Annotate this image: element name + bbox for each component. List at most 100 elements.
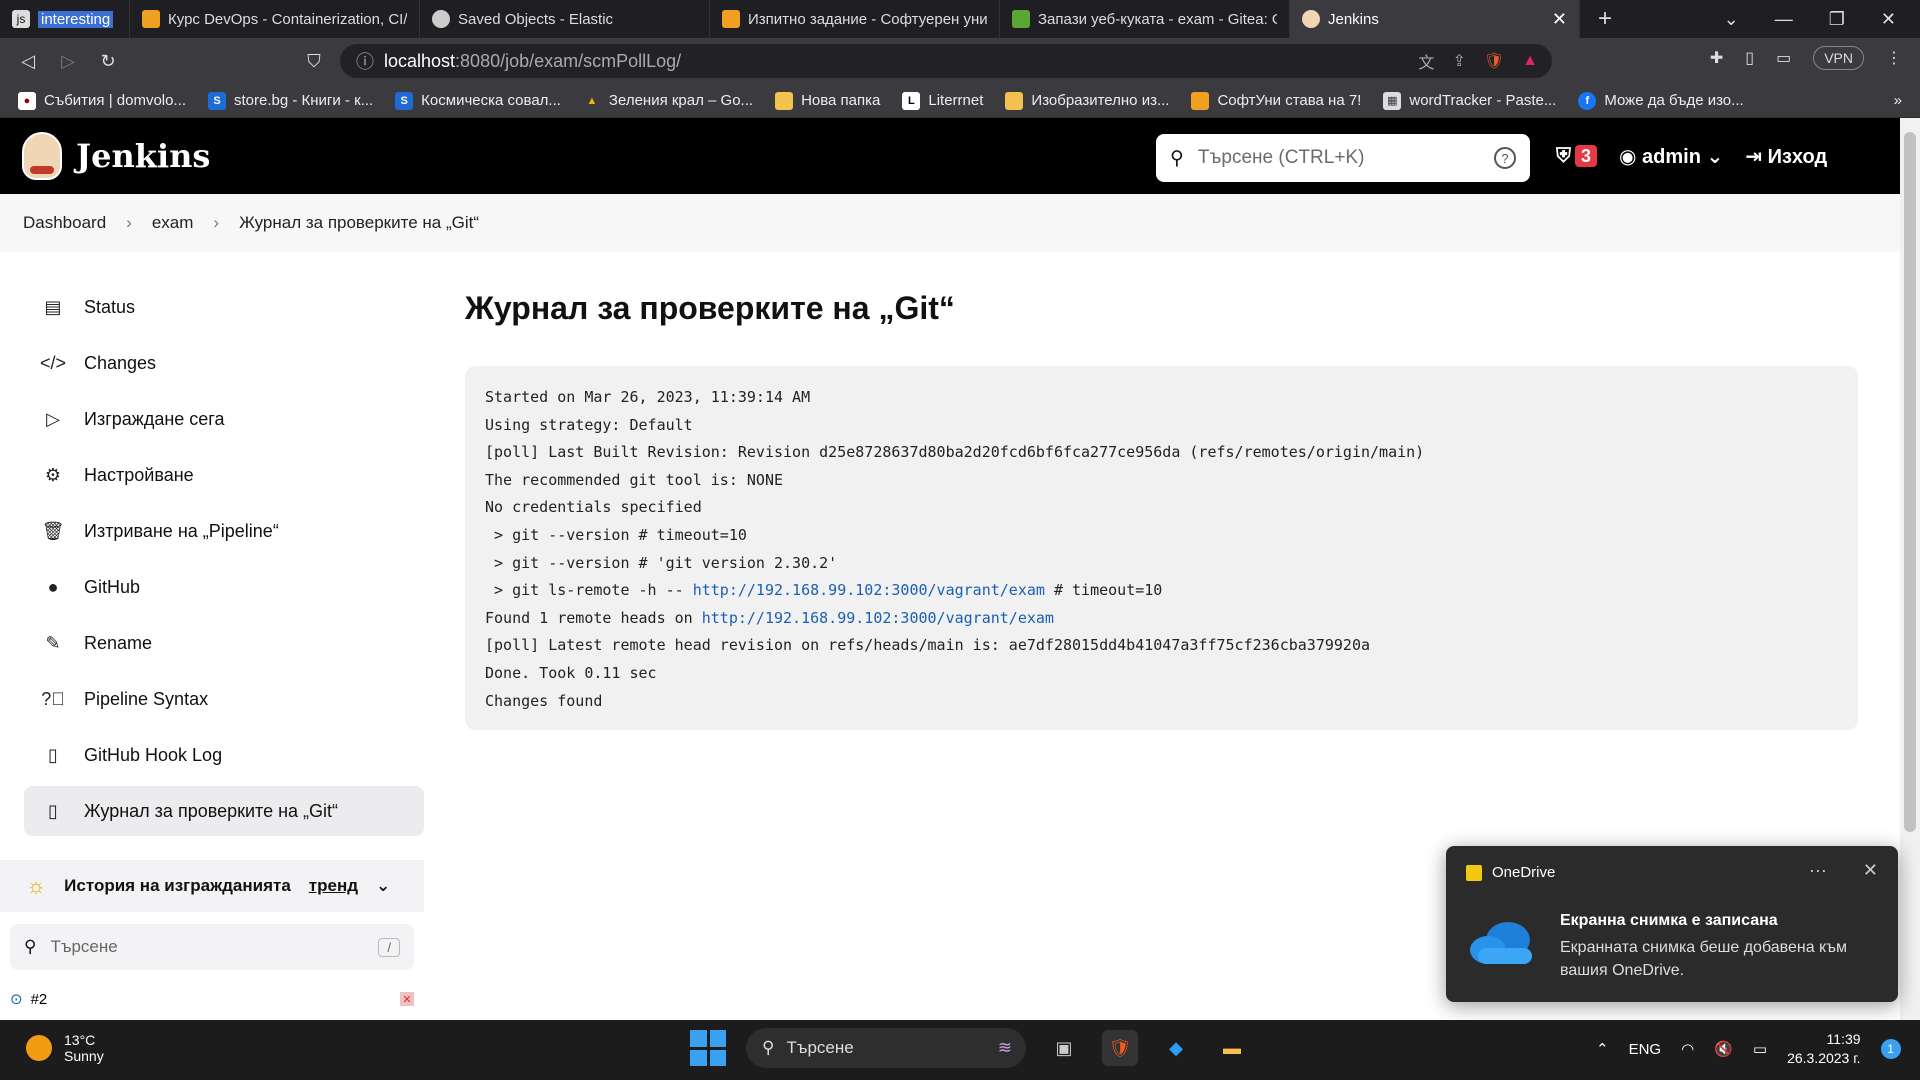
wifi-icon[interactable]: ◠	[1681, 1040, 1694, 1058]
restore-icon[interactable]: ❐	[1829, 9, 1845, 30]
reload-icon[interactable]: ↻	[88, 51, 128, 72]
brave-browser-icon[interactable]: 🛡	[1102, 1030, 1138, 1066]
jenkins-icon	[1302, 10, 1320, 28]
sidebar: ▤ Status </> Changes ▷ Изграждане сега ⚙ Нас…	[0, 252, 440, 1020]
bookmark-item[interactable]: f Може да бъде изо...	[1578, 91, 1744, 110]
brave-rewards-icon[interactable]: ▲	[1522, 52, 1538, 70]
scrollbar-thumb[interactable]	[1904, 132, 1916, 832]
vpn-button[interactable]: VPN	[1813, 46, 1864, 70]
clock[interactable]: 11:39 26.3.2023 г.	[1787, 1030, 1860, 1068]
chevron-up-icon[interactable]: ⌃	[1596, 1040, 1609, 1058]
bookmark-item[interactable]: Нова папка	[775, 91, 880, 110]
close-tab-icon[interactable]: ✕	[1552, 9, 1567, 30]
bookmark-item[interactable]: СофтУни става на 7!	[1191, 91, 1361, 110]
site-info-icon[interactable]: ⓘ	[356, 48, 374, 74]
user-menu[interactable]: ◉ admin ⌄	[1619, 144, 1723, 169]
search-box[interactable]: ⚲ Търсене (CTRL+K) ?	[1156, 134, 1530, 182]
tab-elastic[interactable]: Saved Objects - Elastic	[420, 0, 710, 38]
jenkins-logo-link[interactable]: Jenkins	[22, 132, 210, 180]
tab-interesting[interactable]: js interesting	[0, 0, 130, 38]
logout-link[interactable]: ⇥ Изход	[1745, 144, 1827, 169]
build-row[interactable]: ⊙ #2 ✕	[10, 982, 414, 1016]
bookmark-item[interactable]: ▦ wordTracker - Paste...	[1383, 91, 1556, 110]
notification-badge[interactable]: 1	[1880, 1039, 1901, 1059]
windows-start-icon[interactable]	[690, 1030, 726, 1066]
sidebar-item-delete[interactable]: 🗑 Изтриване на „Pipeline“	[24, 506, 424, 556]
bookmark-item[interactable]: ▲ Зеления крал – Go...	[583, 92, 753, 110]
softuni-icon	[142, 10, 160, 28]
sidebar-item-git-polling-log[interactable]: ▯ Журнал за проверките на „Git“	[24, 786, 424, 836]
in-progress-icon: ⊙	[10, 991, 23, 1008]
close-window-icon[interactable]: ✕	[1881, 9, 1896, 30]
log-line: Found 1 remote heads on http://192.168.9…	[485, 608, 1054, 627]
cancel-build-icon[interactable]: ✕	[400, 992, 414, 1006]
minimize-icon[interactable]: —	[1775, 9, 1793, 30]
battery-icon[interactable]: ▭	[1753, 1040, 1767, 1058]
menu-icon[interactable]: ⋮	[1886, 48, 1902, 68]
brave-shield-icon[interactable]: 🛡	[1484, 51, 1504, 71]
search-icon: ⚲	[24, 937, 37, 956]
bookmark-item[interactable]: Изобразително из...	[1005, 91, 1169, 110]
repo-link[interactable]: http://192.168.99.102:3000/vagrant/exam	[702, 609, 1054, 627]
share-icon[interactable]: ⇪	[1452, 51, 1465, 71]
play-icon: ▷	[46, 408, 60, 429]
address-bar[interactable]: ⓘ localhost:8080/job/exam/scmPollLog/ 文 …	[340, 44, 1552, 78]
breadcrumb-dashboard[interactable]: Dashboard	[23, 213, 106, 233]
sidebar-item-build-now[interactable]: ▷ Изграждане сега	[24, 394, 424, 444]
language-indicator[interactable]: ENG	[1629, 1041, 1662, 1058]
weather-widget[interactable]: 13°C Sunny	[26, 1032, 104, 1064]
softuni-icon	[722, 10, 740, 28]
sidebar-item-configure[interactable]: ⚙ Настройване	[24, 450, 424, 500]
close-icon[interactable]: ✕	[1863, 860, 1878, 881]
build-history-search[interactable]: ⚲ Търсене /	[10, 924, 414, 970]
trend-link[interactable]: тренд	[309, 876, 358, 896]
onedrive-notification[interactable]: OneDrive ··· ✕ Екранна снимка е записана…	[1446, 846, 1898, 1002]
tab-exam-task[interactable]: Изпитно задание - Софтуерен униве	[710, 0, 1000, 38]
task-view-icon[interactable]: ▣	[1046, 1030, 1082, 1066]
repo-link[interactable]: http://192.168.99.102:3000/vagrant/exam	[693, 581, 1045, 599]
build-search-input[interactable]: Търсене	[50, 937, 117, 957]
sidebar-item-pipeline-syntax[interactable]: ?⃝ Pipeline Syntax	[24, 674, 424, 724]
build-number[interactable]: #2	[31, 991, 48, 1008]
jenkins-title: Jenkins	[76, 137, 211, 175]
onedrive-cloud-icon	[1470, 922, 1532, 964]
page-scrollbar[interactable]	[1900, 118, 1920, 1020]
more-options-icon[interactable]: ···	[1809, 860, 1827, 881]
bookmark-item[interactable]: Sstore.bg - Книги - к...	[207, 91, 373, 110]
tab-devops-course[interactable]: Курс DevOps - Containerization, CI/C	[130, 0, 420, 38]
tab-jenkins[interactable]: Jenkins ✕	[1290, 0, 1580, 38]
sidebar-item-changes[interactable]: </> Changes	[24, 338, 424, 388]
log-line: > git --version # timeout=10	[485, 525, 747, 544]
back-icon[interactable]: ◁	[8, 51, 48, 72]
bookmark-item[interactable]: ● Събития | domvolo...	[18, 91, 186, 110]
sidebar-item-github-hook-log[interactable]: ▯ GitHub Hook Log	[24, 730, 424, 780]
sidebar-item-rename[interactable]: ✎ Rename	[24, 618, 424, 668]
vscode-icon[interactable]: ◆	[1158, 1030, 1194, 1066]
file-explorer-icon[interactable]: ▬	[1214, 1030, 1250, 1066]
extensions-icon[interactable]: ✚	[1710, 48, 1723, 68]
new-tab-icon[interactable]: +	[1580, 5, 1612, 33]
forward-icon[interactable]: ▷	[48, 51, 88, 72]
logout-icon: ⇥	[1745, 146, 1768, 168]
bookmark-item[interactable]: S Космическа совал...	[395, 91, 561, 110]
translate-icon[interactable]: 文	[1418, 49, 1434, 73]
breadcrumb-exam[interactable]: exam	[152, 213, 194, 233]
sidebar-toggle-icon[interactable]: ▯	[1745, 48, 1754, 68]
security-monitor[interactable]: ⛨ 3	[1556, 145, 1598, 168]
search-highlight-icon: ≋	[997, 1038, 1012, 1057]
taskbar-search[interactable]: ⚲ Търсене ≋	[746, 1028, 1026, 1068]
sidebar-item-github[interactable]: ● GitHub	[24, 562, 424, 612]
wallet-icon[interactable]: ▭	[1776, 48, 1791, 68]
sun-icon	[26, 1035, 52, 1061]
breadcrumb-current[interactable]: Журнал за проверките на „Git“	[239, 213, 479, 233]
volume-muted-icon[interactable]: 🔇	[1714, 1040, 1733, 1058]
search-input[interactable]: Търсене (CTRL+K)	[1198, 147, 1365, 169]
help-icon[interactable]: ?	[1494, 147, 1516, 169]
bookmark-icon[interactable]: ⛉	[294, 51, 334, 72]
tab-gitea[interactable]: Запази уеб-куката - exam - Gitea: Gi	[1000, 0, 1290, 38]
bookmark-item[interactable]: L Literrnet	[902, 91, 983, 110]
sidebar-item-status[interactable]: ▤ Status	[24, 282, 424, 332]
tab-list-icon[interactable]: ⌄	[1724, 9, 1739, 30]
more-bookmarks-icon[interactable]: »	[1894, 92, 1920, 109]
chevron-down-icon[interactable]: ⌄	[376, 876, 390, 896]
